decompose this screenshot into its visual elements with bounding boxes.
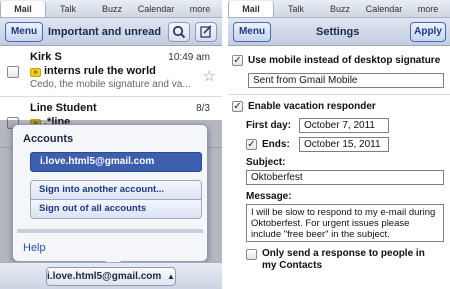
email-row[interactable]: Kirk S 10:49 am » interns rule the world … bbox=[0, 47, 222, 97]
first-day-label: First day: bbox=[246, 120, 292, 131]
search-button[interactable] bbox=[168, 22, 190, 42]
email-date: 8/3 bbox=[196, 103, 210, 114]
subject-field[interactable]: Oktoberfest bbox=[246, 170, 444, 185]
sign-in-another-account-button[interactable]: Sign into another account... bbox=[30, 180, 202, 200]
section-divider bbox=[228, 94, 450, 95]
menu-button[interactable]: Menu bbox=[233, 22, 271, 42]
contacts-only-checkbox[interactable] bbox=[246, 249, 257, 260]
app-tab-bar: Mail Talk Buzz Calendar more bbox=[0, 0, 222, 18]
compose-button[interactable] bbox=[195, 22, 217, 42]
tab-mail[interactable]: Mail bbox=[228, 1, 274, 17]
account-footer-bar: i.love.html5@gmail.com ▲ bbox=[0, 262, 222, 289]
account-switcher-label: i.love.html5@gmail.com bbox=[47, 271, 162, 282]
page-title: Important and unread bbox=[48, 26, 162, 38]
app-tab-bar: Mail Talk Buzz Calendar more bbox=[228, 0, 450, 18]
settings-screen: Mail Talk Buzz Calendar more Menu Settin… bbox=[228, 0, 450, 289]
page-title: Settings bbox=[316, 26, 360, 38]
subject-label: Subject: bbox=[246, 157, 286, 168]
accounts-popup: Accounts i.love.html5@gmail.com Sign int… bbox=[12, 124, 208, 271]
tab-more[interactable]: more bbox=[178, 0, 222, 17]
ends-field[interactable]: October 15, 2011 bbox=[299, 137, 389, 152]
email-subject-line: » interns rule the world bbox=[30, 65, 156, 77]
important-marker-icon: » bbox=[30, 68, 41, 77]
ends-label: Ends: bbox=[262, 139, 290, 150]
use-mobile-signature-checkbox[interactable]: ✓ bbox=[232, 55, 243, 66]
tab-talk[interactable]: Talk bbox=[46, 0, 90, 17]
menu-button[interactable]: Menu bbox=[5, 22, 43, 42]
help-link[interactable]: Help bbox=[23, 242, 46, 254]
popup-title: Accounts bbox=[23, 133, 74, 145]
account-switcher-button[interactable]: i.love.html5@gmail.com ▲ bbox=[46, 267, 176, 286]
vacation-responder-checkbox[interactable]: ✓ bbox=[232, 101, 243, 112]
email-subject: interns rule the world bbox=[44, 65, 156, 77]
mail-toolbar: Menu Important and unread bbox=[0, 18, 222, 46]
apply-button[interactable]: Apply bbox=[410, 22, 446, 42]
email-sender: Line Student bbox=[30, 102, 97, 114]
email-snippet: Cedo, the mobile signature and va... bbox=[30, 79, 191, 90]
settings-body: ✓ Use mobile instead of desktop signatur… bbox=[228, 46, 450, 289]
sign-out-all-button[interactable]: Sign out of all accounts bbox=[30, 199, 202, 219]
tab-buzz[interactable]: Buzz bbox=[90, 0, 134, 17]
vacation-responder-label: Enable vacation responder bbox=[248, 101, 376, 112]
tab-calendar[interactable]: Calendar bbox=[134, 0, 178, 17]
tab-buzz[interactable]: Buzz bbox=[318, 0, 362, 17]
tab-more[interactable]: more bbox=[406, 0, 450, 17]
email-date: 10:49 am bbox=[168, 52, 210, 63]
tab-mail[interactable]: Mail bbox=[0, 1, 46, 17]
ends-checkbox[interactable]: ✓ bbox=[246, 139, 257, 150]
settings-toolbar: Menu Settings Apply bbox=[228, 18, 450, 46]
message-label: Message: bbox=[246, 191, 292, 202]
signature-field[interactable]: Sent from Gmail Mobile bbox=[248, 73, 444, 88]
tab-calendar[interactable]: Calendar bbox=[362, 0, 406, 17]
search-icon bbox=[172, 25, 186, 39]
use-mobile-signature-label: Use mobile instead of desktop signature bbox=[248, 55, 441, 66]
current-account-item[interactable]: i.love.html5@gmail.com bbox=[30, 152, 202, 172]
popup-divider bbox=[17, 229, 203, 233]
mail-screen: Mail Talk Buzz Calendar more Menu Import… bbox=[0, 0, 222, 289]
star-icon[interactable]: ☆ bbox=[203, 67, 216, 85]
caret-down-icon: ▲ bbox=[167, 272, 175, 281]
tab-talk[interactable]: Talk bbox=[274, 0, 318, 17]
email-sender: Kirk S bbox=[30, 51, 62, 63]
first-day-field[interactable]: October 7, 2011 bbox=[299, 118, 389, 133]
compose-icon bbox=[200, 25, 212, 38]
email-checkbox[interactable] bbox=[7, 66, 19, 78]
message-field[interactable]: I will be slow to respond to my e-mail d… bbox=[246, 204, 444, 242]
contacts-only-label: Only send a response to people in my Con… bbox=[262, 248, 425, 271]
